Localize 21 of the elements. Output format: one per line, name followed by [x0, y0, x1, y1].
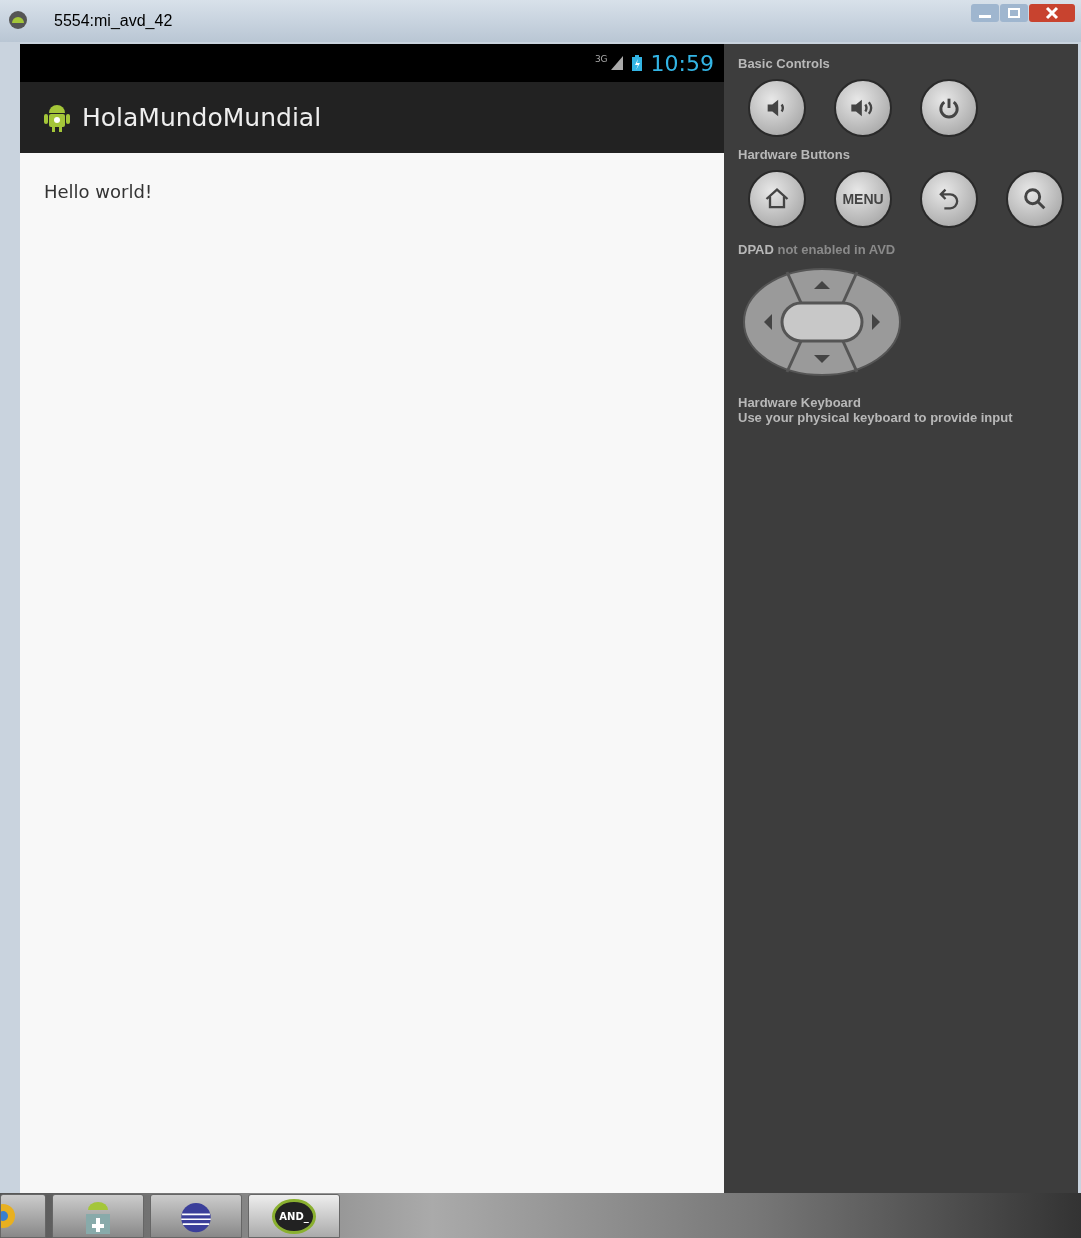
taskbar-button[interactable] [150, 1194, 242, 1238]
signal-icon [610, 56, 623, 70]
section-title: Hardware Buttons [738, 147, 850, 162]
app-label: AND_ [272, 1198, 316, 1234]
menu-button[interactable]: MENU [834, 170, 892, 228]
battery-icon [631, 55, 642, 71]
android-head-icon [8, 10, 28, 30]
network-type: 3G [594, 54, 608, 64]
section-title: Basic Controls [738, 56, 830, 71]
taskbar-button[interactable]: AND_ [248, 1194, 340, 1238]
keyboard-hint: Use your physical keyboard to provide input [738, 410, 1013, 425]
hello-text: Hello world! [44, 181, 153, 202]
android-robot-icon [44, 102, 70, 133]
taskbar-button[interactable] [52, 1194, 144, 1238]
close-icon[interactable] [1029, 4, 1075, 22]
window-title: 5554:mi_avd_42 [54, 12, 173, 30]
section-title: Hardware Keyboard [738, 395, 861, 410]
clock: 10:59 [650, 50, 714, 76]
app-title: HolaMundoMundial [82, 103, 322, 132]
section-title: DPAD not enabled in AVD [738, 242, 896, 257]
taskbar-button[interactable] [0, 1194, 46, 1238]
